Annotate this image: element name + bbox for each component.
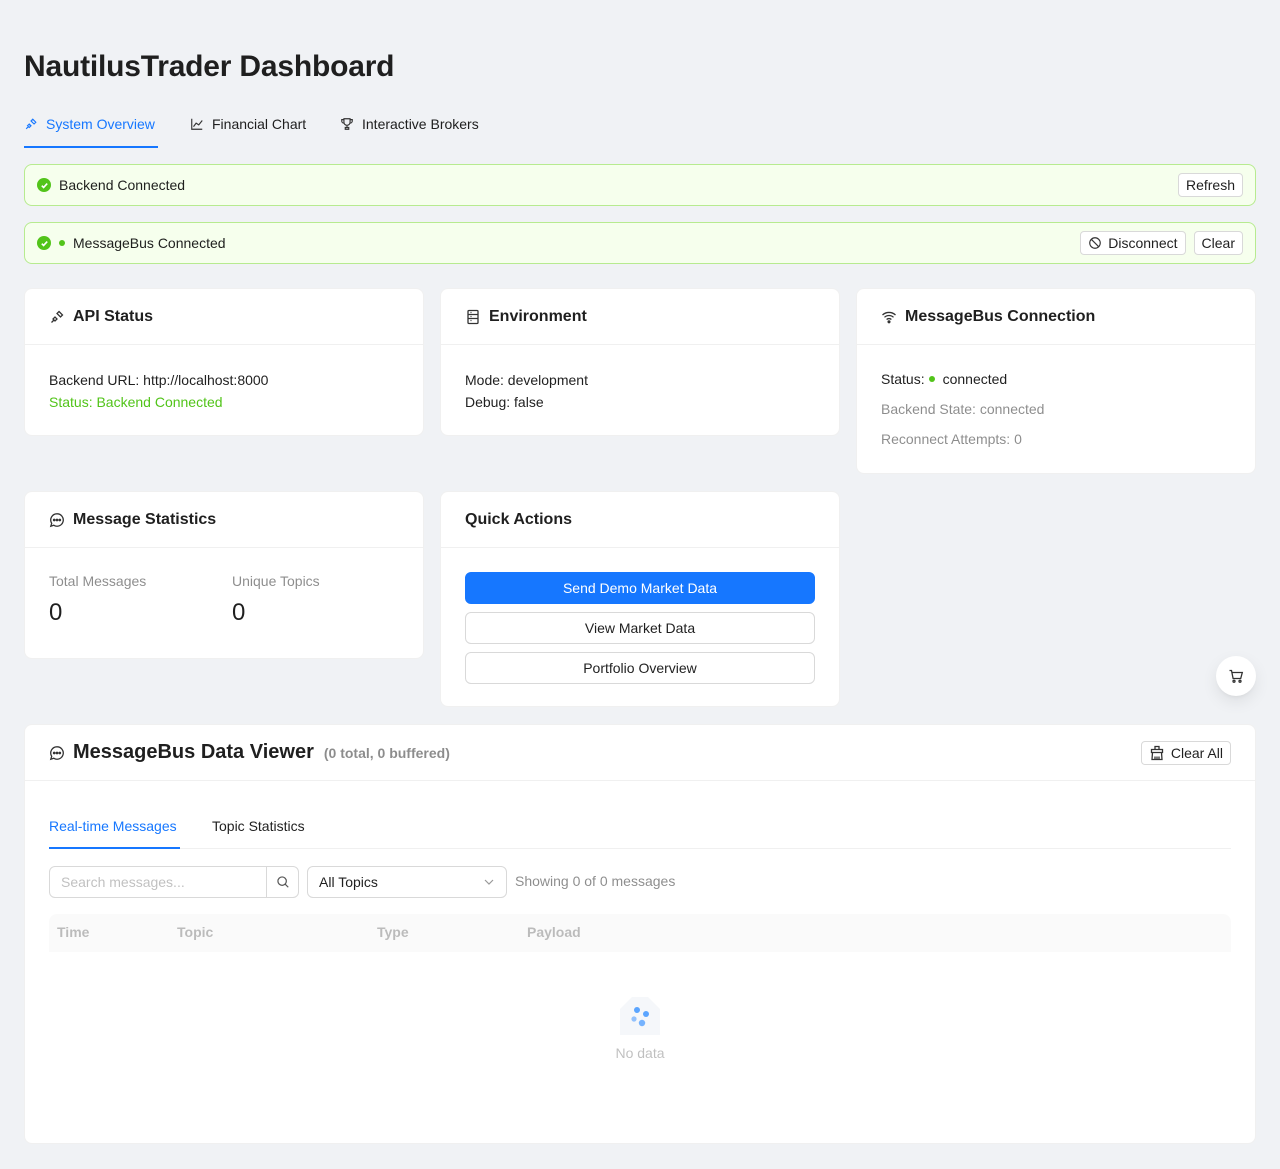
- messagebus-connection-card: MessageBus Connection Status: connected …: [856, 288, 1256, 474]
- line-chart-icon: [191, 118, 203, 130]
- table-header: Time Topic Type Payload: [49, 914, 1231, 952]
- search-group: [49, 866, 299, 898]
- viewer-title: MessageBus Data Viewer: [73, 741, 314, 763]
- tab-active-indicator: [24, 146, 158, 148]
- card-header: API Status: [25, 289, 423, 345]
- reconnect-attempts: Reconnect Attempts: 0: [881, 431, 1022, 447]
- empty-text: No data: [615, 1045, 665, 1061]
- api-icon: [25, 118, 37, 130]
- backend-alert: Backend Connected Refresh: [24, 164, 1256, 206]
- view-market-data-button[interactable]: View Market Data: [465, 612, 815, 644]
- clear-icon: [1150, 745, 1164, 760]
- topic-select[interactable]: All Topics: [307, 866, 507, 898]
- messagebus-data-viewer: MessageBus Data Viewer (0 total, 0 buffe…: [24, 724, 1256, 1144]
- card-header: Quick Actions: [441, 492, 839, 548]
- check-circle-icon: [37, 178, 51, 192]
- showing-count: Showing 0 of 0 messages: [515, 873, 676, 889]
- stat-title: Total Messages: [49, 573, 147, 589]
- tab-realtime-messages[interactable]: Real-time Messages: [49, 818, 177, 834]
- connection-status: Status: connected: [881, 364, 1231, 394]
- message-icon: [49, 745, 64, 760]
- disconnect-label: Disconnect: [1108, 235, 1178, 251]
- card-title: MessageBus Connection: [905, 307, 1096, 325]
- backend-url: Backend URL: http://localhost:8000: [49, 372, 269, 388]
- environment-card: Environment Mode: development Debug: fal…: [440, 288, 840, 436]
- database-icon: [467, 309, 479, 324]
- stat-value: 0: [232, 599, 246, 626]
- tab-label: System Overview: [46, 116, 155, 132]
- tab-label: Interactive Brokers: [362, 116, 479, 132]
- alert-text: MessageBus Connected: [73, 235, 226, 251]
- page-title: NautilusTrader Dashboard: [24, 50, 395, 83]
- search-button[interactable]: [266, 867, 298, 897]
- status-value: connected: [942, 371, 1008, 387]
- main-tabs: System Overview Financial Chart Interact…: [24, 106, 1256, 148]
- card-header: Message Statistics: [25, 492, 423, 548]
- status-dot: [59, 240, 65, 246]
- disconnect-button[interactable]: Disconnect: [1080, 231, 1186, 255]
- empty-data-icon: [620, 997, 660, 1035]
- status-label: Status:: [881, 371, 925, 387]
- stat-title: Unique Topics: [232, 573, 320, 589]
- alert-message: MessageBus Connected: [59, 235, 226, 251]
- trophy-icon: [341, 118, 353, 130]
- clear-all-button[interactable]: Clear All: [1140, 740, 1231, 765]
- chevron-down-icon: [484, 879, 494, 885]
- env-debug: Debug: false: [465, 394, 544, 410]
- card-title: Quick Actions: [465, 510, 572, 528]
- api-status-text: Status: Backend Connected: [49, 394, 223, 410]
- column-header-time: Time: [57, 924, 90, 940]
- column-header-type: Type: [377, 924, 409, 940]
- search-input[interactable]: [50, 867, 266, 897]
- column-header-topic: Topic: [177, 924, 214, 940]
- column-header-payload: Payload: [527, 924, 581, 940]
- card-title: Message Statistics: [73, 510, 217, 528]
- viewer-header: MessageBus Data Viewer (0 total, 0 buffe…: [25, 725, 1255, 781]
- check-circle-icon: [37, 236, 51, 250]
- messagebus-alert: MessageBus Connected Disconnect Clear: [24, 222, 1256, 264]
- search-icon: [276, 876, 289, 888]
- tab-system-overview[interactable]: System Overview: [24, 116, 155, 132]
- message-statistics-card: Message Statistics Total Messages 0 Uniq…: [24, 491, 424, 659]
- api-status-card: API Status Backend URL: http://localhost…: [24, 288, 424, 436]
- api-icon: [51, 310, 64, 323]
- quick-actions-card: Quick Actions Send Demo Market Data View…: [440, 491, 840, 707]
- card-header: Environment: [441, 289, 839, 345]
- tab-active-indicator: [49, 847, 180, 849]
- portfolio-overview-button[interactable]: Portfolio Overview: [465, 652, 815, 684]
- select-value: All Topics: [319, 874, 378, 890]
- total-messages-stat: Total Messages 0: [49, 570, 232, 626]
- tab-label: Financial Chart: [212, 116, 307, 132]
- alert-message: Backend Connected: [59, 177, 186, 193]
- message-icon: [49, 512, 64, 527]
- env-mode: Mode: development: [465, 372, 588, 388]
- card-header: MessageBus Connection: [857, 289, 1255, 345]
- card-title: Environment: [489, 307, 587, 325]
- clear-button[interactable]: Clear: [1193, 231, 1243, 255]
- float-cart-button[interactable]: [1216, 656, 1256, 696]
- send-demo-market-data-button[interactable]: Send Demo Market Data: [465, 572, 815, 604]
- viewer-subtitle: (0 total, 0 buffered): [323, 744, 450, 761]
- tab-interactive-brokers[interactable]: Interactive Brokers: [340, 116, 479, 132]
- tab-financial-chart[interactable]: Financial Chart: [190, 116, 306, 132]
- clear-all-label: Clear All: [1170, 744, 1223, 761]
- backend-state: Backend State: connected: [881, 401, 1045, 417]
- stop-icon: [1089, 237, 1102, 249]
- shopping-cart-icon: [1229, 669, 1244, 683]
- status-dot: [928, 376, 935, 382]
- wifi-icon: [882, 311, 896, 323]
- tab-topic-statistics[interactable]: Topic Statistics: [212, 818, 305, 834]
- empty-state: No data: [25, 995, 1255, 1061]
- card-title: API Status: [73, 307, 154, 325]
- stat-value: 0: [49, 599, 63, 626]
- viewer-tabs: Real-time Messages Topic Statistics: [49, 805, 1231, 849]
- unique-topics-stat: Unique Topics 0: [232, 570, 320, 626]
- refresh-button[interactable]: Refresh: [1177, 173, 1243, 197]
